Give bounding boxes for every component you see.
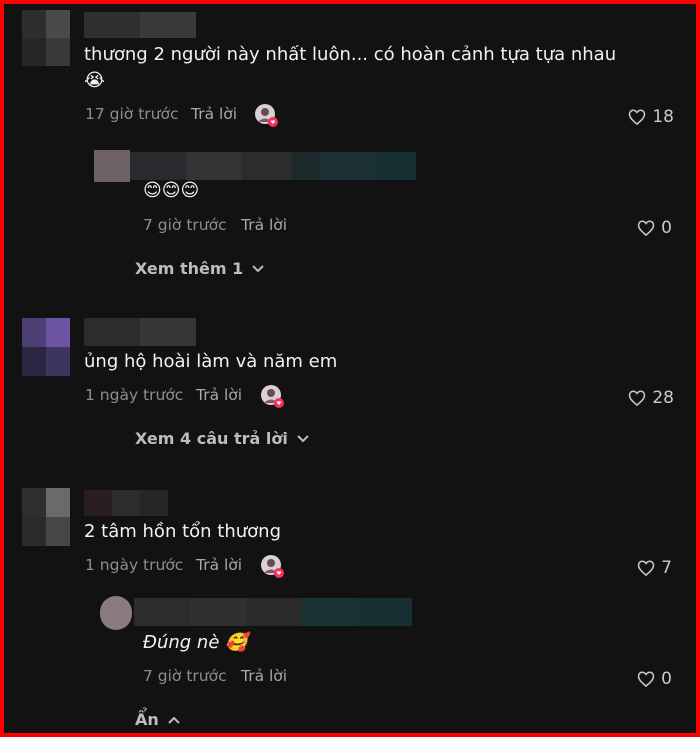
hide-replies-label: Ẩn	[135, 710, 159, 729]
avatar[interactable]	[22, 488, 72, 546]
avatar[interactable]	[22, 10, 72, 66]
reply-button[interactable]: Trả lời	[241, 216, 287, 234]
heart-icon	[637, 220, 655, 236]
creator-liked-avatar	[254, 103, 278, 127]
reply-button[interactable]: Trả lời	[241, 667, 287, 685]
like-count: 18	[652, 107, 674, 127]
reply-button[interactable]: Trả lời	[196, 386, 242, 404]
view-more-replies-button[interactable]: Xem thêm 1	[135, 259, 265, 278]
like-count: 7	[661, 558, 672, 578]
heart-icon	[629, 390, 646, 406]
comment-text: thương 2 người này nhất luôn... có hoàn …	[84, 44, 617, 65]
comment-text: 😊😊😊	[143, 180, 200, 201]
avatar[interactable]	[100, 596, 134, 632]
heart-icon	[637, 671, 655, 687]
like-count: 0	[661, 669, 672, 689]
hide-replies-button[interactable]: Ẩn	[135, 710, 181, 729]
comment-time: 17 giờ trước	[85, 105, 179, 123]
reply-button[interactable]: Trả lời	[196, 556, 242, 574]
chevron-down-icon	[252, 264, 264, 272]
comment-text: Đúng nè 🥰	[143, 632, 248, 653]
view-replies-label: Xem 4 câu trả lời	[135, 429, 288, 448]
reply-button[interactable]: Trả lời	[191, 105, 237, 123]
avatar[interactable]	[94, 150, 130, 184]
like-button[interactable]: 0	[637, 669, 672, 689]
like-button[interactable]: 18	[628, 107, 674, 127]
like-count: 28	[652, 388, 674, 408]
comment-time: 7 giờ trước	[143, 667, 227, 685]
comment-time: 7 giờ trước	[143, 216, 227, 234]
chevron-down-icon	[297, 434, 309, 442]
username-blurred[interactable]	[84, 490, 168, 516]
comment-text: 2 tâm hồn tổn thương	[84, 521, 281, 542]
view-more-label: Xem thêm 1	[135, 259, 244, 278]
comment-time: 1 ngày trước	[85, 386, 184, 404]
comments-panel: thương 2 người này nhất luôn... có hoàn …	[0, 0, 700, 737]
like-count: 0	[661, 218, 672, 238]
view-replies-button[interactable]: Xem 4 câu trả lời	[135, 429, 310, 448]
comment-emoji: 😭	[84, 70, 106, 91]
chevron-up-icon	[168, 716, 180, 724]
like-button[interactable]: 0	[637, 218, 672, 238]
heart-icon	[629, 109, 646, 125]
comment-text: ủng hộ hoài làm và năm em	[84, 351, 338, 372]
username-blurred[interactable]	[130, 152, 416, 180]
heart-icon	[637, 560, 655, 576]
username-blurred[interactable]	[84, 12, 196, 38]
avatar[interactable]	[22, 318, 72, 376]
creator-liked-avatar	[260, 554, 284, 578]
like-button[interactable]: 28	[628, 388, 674, 408]
creator-liked-avatar	[260, 384, 284, 408]
like-button[interactable]: 7	[637, 558, 672, 578]
username-blurred[interactable]	[84, 318, 196, 346]
comment-time: 1 ngày trước	[85, 556, 184, 574]
username-blurred[interactable]	[134, 598, 412, 626]
